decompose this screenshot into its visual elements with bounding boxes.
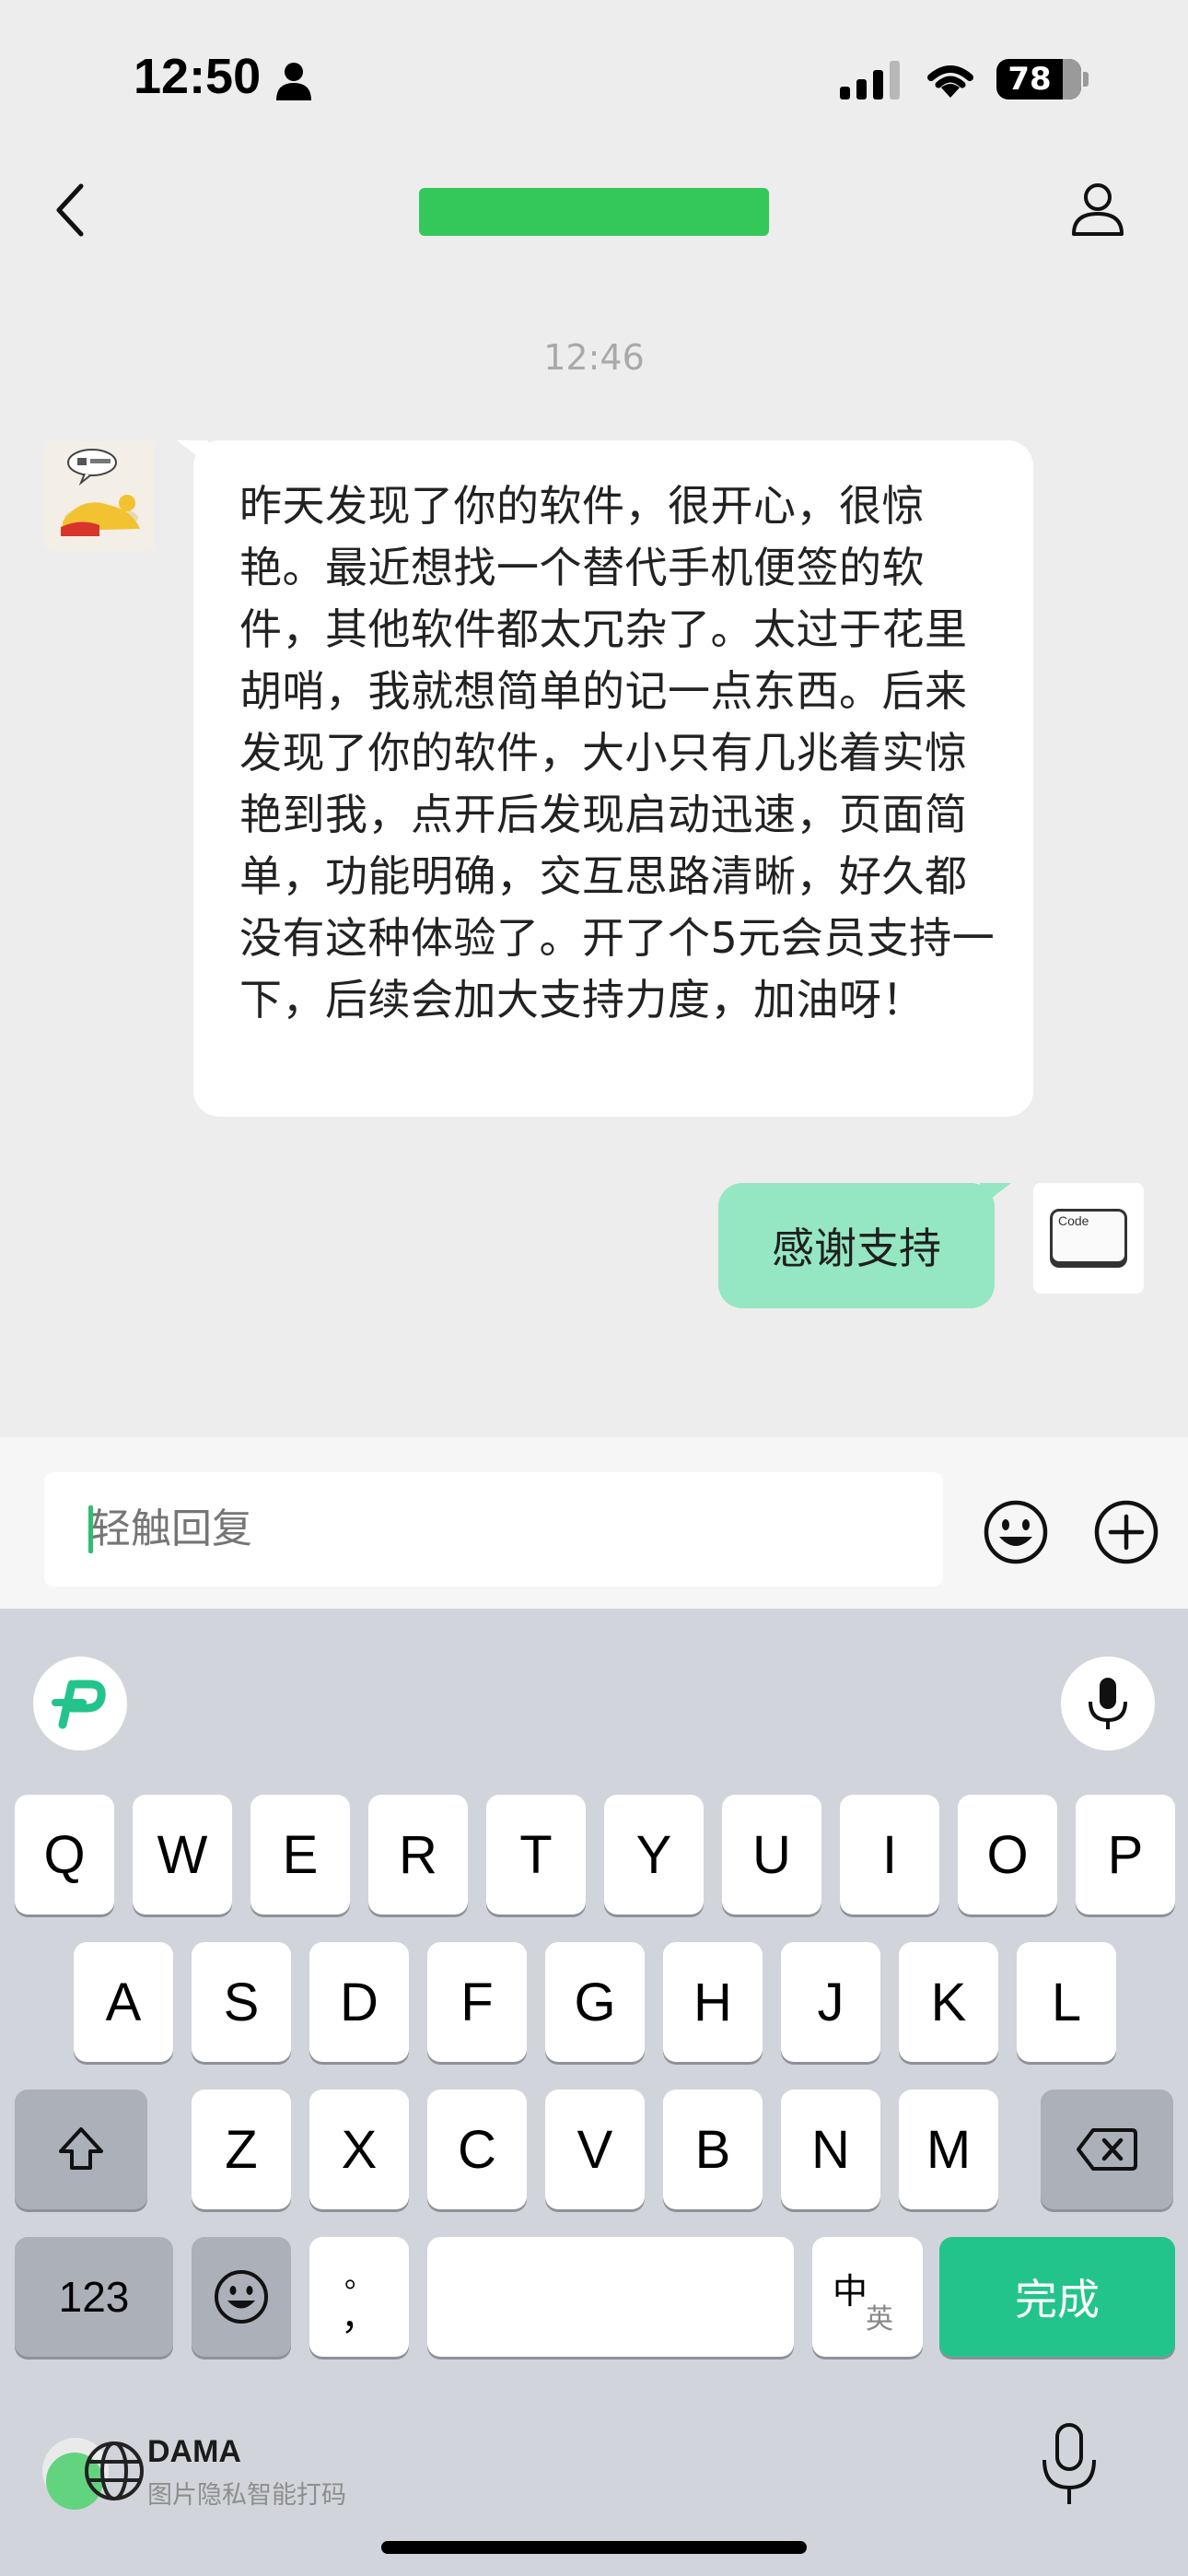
key-c[interactable]: C [427, 2090, 527, 2209]
key-r[interactable]: R [368, 1795, 468, 1914]
smiley-icon[interactable] [982, 1498, 1050, 1566]
key-k[interactable]: K [899, 1942, 998, 2062]
key-z[interactable]: Z [192, 2090, 291, 2209]
cartoon-avatar-icon [61, 449, 140, 536]
punct-comma: ， [341, 2297, 378, 2337]
punct-period: 。 [344, 2260, 374, 2293]
key-x[interactable]: X [309, 2090, 409, 2209]
key-d[interactable]: D [309, 1942, 409, 2062]
key-i[interactable]: I [840, 1795, 939, 1914]
numbers-key-label: 123 [58, 2273, 130, 2321]
space-key[interactable] [427, 2237, 794, 2357]
message-timestamp: 12:46 [543, 337, 645, 378]
outgoing-message-bubble[interactable]: 感谢支持 [718, 1183, 1011, 1308]
contact-avatar[interactable] [44, 440, 155, 551]
shift-key[interactable] [15, 2090, 147, 2209]
key-l[interactable]: L [1017, 1942, 1116, 2062]
done-key-label: 完成 [1015, 2275, 1100, 2324]
key-m[interactable]: M [899, 2090, 998, 2209]
emoji-icon [215, 2270, 268, 2324]
key-p[interactable]: P [1076, 1795, 1175, 1914]
key-y[interactable]: Y [604, 1795, 704, 1914]
incoming-message-bubble[interactable]: 昨天发现了你的软件，很开心，很惊艳。最近想找一个替代手机便签的软件，其他软件都太… [177, 440, 1033, 1117]
voice-input-button[interactable] [1061, 1657, 1155, 1751]
outgoing-message-text: 感谢支持 [772, 1224, 941, 1273]
plus-circle-icon[interactable] [1092, 1498, 1160, 1566]
keyboard-key-logo-icon: Code [1050, 1209, 1127, 1264]
watermark-subtitle: 图片隐私智能打码 [147, 2481, 346, 2510]
incoming-message-text: 昨天发现了你的软件，很开心，很惊艳。最近想找一个替代手机便签的软件，其他软件都太… [239, 481, 996, 1025]
key-q[interactable]: Q [15, 1795, 114, 1914]
signal-icon [840, 61, 900, 100]
battery-level: 78 [1007, 61, 1052, 98]
person-icon[interactable] [1068, 179, 1127, 238]
done-key[interactable]: 完成 [939, 2237, 1175, 2357]
key-b[interactable]: B [663, 2090, 763, 2209]
globe-icon[interactable] [33, 2429, 144, 2510]
emoji-key[interactable] [192, 2237, 291, 2357]
home-indicator[interactable] [381, 2541, 807, 2554]
my-avatar[interactable]: Code [1033, 1183, 1144, 1294]
key-a[interactable]: A [74, 1942, 173, 2062]
key-w[interactable]: W [133, 1795, 232, 1914]
reply-input[interactable] [44, 1472, 943, 1587]
text-caret [88, 1505, 93, 1553]
punctuation-key[interactable]: 。 ， [309, 2237, 409, 2357]
microphone-icon [1089, 1678, 1127, 1729]
avatar-logo-text: Code [1058, 1213, 1089, 1228]
shift-arrow-icon [59, 2127, 103, 2170]
key-o[interactable]: O [958, 1795, 1057, 1914]
key-e[interactable]: E [250, 1795, 350, 1914]
language-switch-key[interactable]: 中 英 [812, 2237, 923, 2357]
back-chevron-icon[interactable] [52, 181, 88, 240]
backspace-icon [1077, 2128, 1137, 2171]
battery-cap [1083, 72, 1089, 87]
wifi-icon [927, 65, 973, 98]
key-h[interactable]: H [663, 1942, 763, 2062]
key-j[interactable]: J [781, 1942, 880, 2062]
brand-logo-icon [52, 1680, 106, 1729]
key-f[interactable]: F [427, 1942, 527, 2062]
battery-icon: 78 [996, 59, 1081, 100]
chat-title-redacted [419, 188, 769, 236]
key-n[interactable]: N [781, 2090, 880, 2209]
person-status-icon [276, 63, 311, 100]
keyboard-brand-button[interactable] [33, 1657, 127, 1751]
lang-en: 英 [866, 2303, 893, 2336]
key-v[interactable]: V [545, 2090, 645, 2209]
globe-outline-icon [85, 2441, 144, 2500]
status-time: 12:50 [134, 49, 262, 104]
lang-zh: 中 [833, 2271, 868, 2312]
watermark-title: DAMA [147, 2434, 241, 2469]
backspace-key[interactable] [1041, 2090, 1173, 2209]
dictation-microphone-icon[interactable] [1035, 2419, 1103, 2512]
key-s[interactable]: S [192, 1942, 291, 2062]
numbers-key[interactable]: 123 [15, 2237, 173, 2357]
key-t[interactable]: T [486, 1795, 586, 1914]
key-u[interactable]: U [722, 1795, 821, 1914]
key-g[interactable]: G [545, 1942, 645, 2062]
